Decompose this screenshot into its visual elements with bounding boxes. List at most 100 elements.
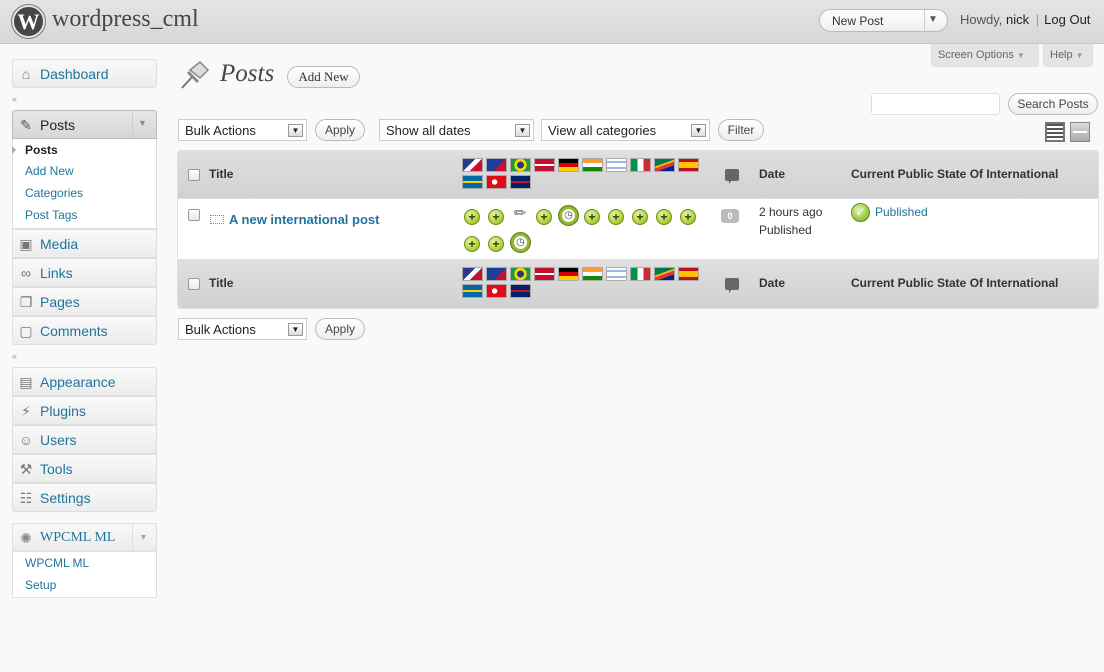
submenu-post-tags[interactable]: Post Tags: [25, 208, 77, 222]
pending-translation-gb-icon[interactable]: ◷: [510, 232, 531, 253]
menu-plugins[interactable]: ⚡ Plugins: [12, 396, 157, 425]
comments-column-icon[interactable]: [725, 169, 739, 184]
row-checkbox[interactable]: [188, 209, 200, 221]
menu-label: Settings: [40, 490, 91, 506]
menu-pages[interactable]: ❐ Pages: [12, 287, 157, 316]
page-title: Posts: [220, 60, 275, 87]
home-icon: ⌂: [21, 66, 31, 82]
chevron-down-icon[interactable]: ▼: [928, 14, 938, 25]
published-check-icon: ✓: [851, 203, 870, 222]
column-date[interactable]: Date: [759, 167, 785, 181]
pending-translation-de-icon[interactable]: ◷: [558, 205, 579, 226]
menu-dashboard[interactable]: ⌂ Dashboard: [12, 59, 157, 88]
favorite-actions-button[interactable]: New Post ▼: [819, 9, 948, 32]
bulk-actions-select-bottom[interactable]: Bulk Actions ▼: [178, 318, 307, 340]
submenu-toggle-icon[interactable]: ▼: [139, 532, 148, 542]
pushpin-icon: [181, 60, 210, 89]
menu-media[interactable]: ▣ Media: [12, 229, 157, 258]
it-flag-icon: [630, 158, 651, 172]
add-translation-dk-icon[interactable]: +: [536, 209, 552, 225]
submenu-setup[interactable]: Setup: [25, 578, 56, 592]
add-translation-za-icon[interactable]: +: [656, 209, 672, 225]
excerpt-view-icon[interactable]: [1070, 122, 1090, 142]
chevron-down-icon: ▼: [691, 124, 706, 137]
add-translation-in-icon[interactable]: +: [584, 209, 600, 225]
comments-column-icon[interactable]: [725, 278, 739, 293]
categories-select[interactable]: View all categories ▼: [541, 119, 710, 141]
submenu-posts[interactable]: Posts: [25, 143, 58, 157]
add-translation-tr-icon[interactable]: +: [488, 236, 504, 252]
menu-tools[interactable]: ⚒ Tools: [12, 454, 157, 483]
bulk-actions-select-top[interactable]: Bulk Actions ▼: [178, 119, 307, 141]
column-title[interactable]: Title: [209, 276, 233, 290]
select-all-checkbox[interactable]: [188, 169, 200, 181]
chevron-down-icon: ▼: [515, 124, 530, 137]
menu-comments[interactable]: ▢ Comments: [12, 316, 157, 345]
new-post-link[interactable]: New Post: [832, 14, 883, 28]
apply-button-top[interactable]: Apply: [315, 119, 365, 141]
il-flag-icon: [606, 267, 627, 281]
posts-submenu: Posts Add New Categories Post Tags: [12, 139, 157, 229]
site-title[interactable]: wordpress_cml: [52, 6, 199, 33]
dk-flag-icon: [534, 158, 555, 172]
submenu-categories[interactable]: Categories: [25, 186, 83, 200]
add-translation-se-icon[interactable]: +: [464, 236, 480, 252]
au-flag-icon: [486, 158, 507, 172]
es-flag-icon: [678, 267, 699, 281]
dates-select[interactable]: Show all dates ▼: [379, 119, 534, 141]
comment-count-badge[interactable]: 0: [721, 209, 739, 223]
menu-collapse-arrow-icon[interactable]: «: [12, 94, 17, 104]
menu-label: Comments: [40, 323, 108, 339]
list-view-icon[interactable]: [1045, 122, 1065, 142]
column-date[interactable]: Date: [759, 276, 785, 290]
it-flag-icon: [630, 267, 651, 281]
help-button[interactable]: Help ▼: [1043, 44, 1093, 67]
menu-appearance[interactable]: ▤ Appearance: [12, 367, 157, 396]
select-all-checkbox-footer[interactable]: [188, 278, 200, 290]
post-title-link[interactable]: A new international post: [229, 212, 379, 227]
posts-table: Title Date Current Public State Of Inter…: [177, 150, 1099, 309]
br-flag-icon: [510, 158, 531, 172]
current-arrow-icon: [12, 146, 16, 154]
add-translation-es-icon[interactable]: +: [680, 209, 696, 225]
add-translation-il-icon[interactable]: +: [608, 209, 624, 225]
za-flag-icon: [654, 158, 675, 172]
add-new-button[interactable]: Add New: [287, 66, 360, 88]
in-flag-icon: [582, 158, 603, 172]
add-translation-au-icon[interactable]: +: [488, 209, 504, 225]
menu-label: Plugins: [40, 403, 86, 419]
tr-flag-icon: [486, 284, 507, 298]
submenu-wpcml-ml[interactable]: WPCML ML: [25, 556, 89, 570]
submenu-toggle-icon[interactable]: ▼: [138, 118, 147, 128]
menu-links[interactable]: ∞ Links: [12, 258, 157, 287]
settings-icon: ☷: [19, 490, 33, 506]
search-input[interactable]: [871, 93, 1000, 115]
username-link[interactable]: nick: [1006, 12, 1029, 27]
post-date: 2 hours ago: [759, 205, 823, 219]
submenu-add-new[interactable]: Add New: [25, 164, 74, 178]
state-published-link[interactable]: Published: [875, 205, 928, 219]
wordpress-logo-icon[interactable]: W: [12, 5, 45, 38]
search-posts-button[interactable]: Search Posts: [1008, 93, 1098, 115]
divider: [132, 111, 133, 138]
column-title[interactable]: Title: [209, 167, 233, 181]
filter-button[interactable]: Filter: [718, 119, 764, 141]
link-icon: ∞: [21, 265, 31, 281]
menu-collapse-arrow-icon[interactable]: «: [12, 351, 17, 361]
menu-label: Media: [40, 236, 79, 252]
add-translation-it-icon[interactable]: +: [632, 209, 648, 225]
menu-users[interactable]: ☺ Users: [12, 425, 157, 454]
menu-settings[interactable]: ☷ Settings: [12, 483, 157, 512]
screen-options-button[interactable]: Screen Options ▼: [931, 44, 1039, 67]
menu-posts[interactable]: ✎ Posts ▼: [12, 110, 157, 139]
help-label: Help: [1050, 49, 1073, 61]
apply-button-bottom[interactable]: Apply: [315, 318, 365, 340]
menu-label: Posts: [40, 117, 76, 133]
chevron-down-icon: ▼: [288, 124, 303, 137]
logout-link[interactable]: Log Out: [1044, 12, 1090, 27]
add-translation-us-icon[interactable]: +: [464, 209, 480, 225]
menu-wpcml[interactable]: ✺ WPCML ML ▼: [12, 523, 157, 552]
wpcml-submenu: WPCML ML Setup: [12, 552, 157, 598]
de-flag-icon: [558, 267, 579, 281]
edit-translation-br-icon[interactable]: ✏: [512, 206, 528, 223]
